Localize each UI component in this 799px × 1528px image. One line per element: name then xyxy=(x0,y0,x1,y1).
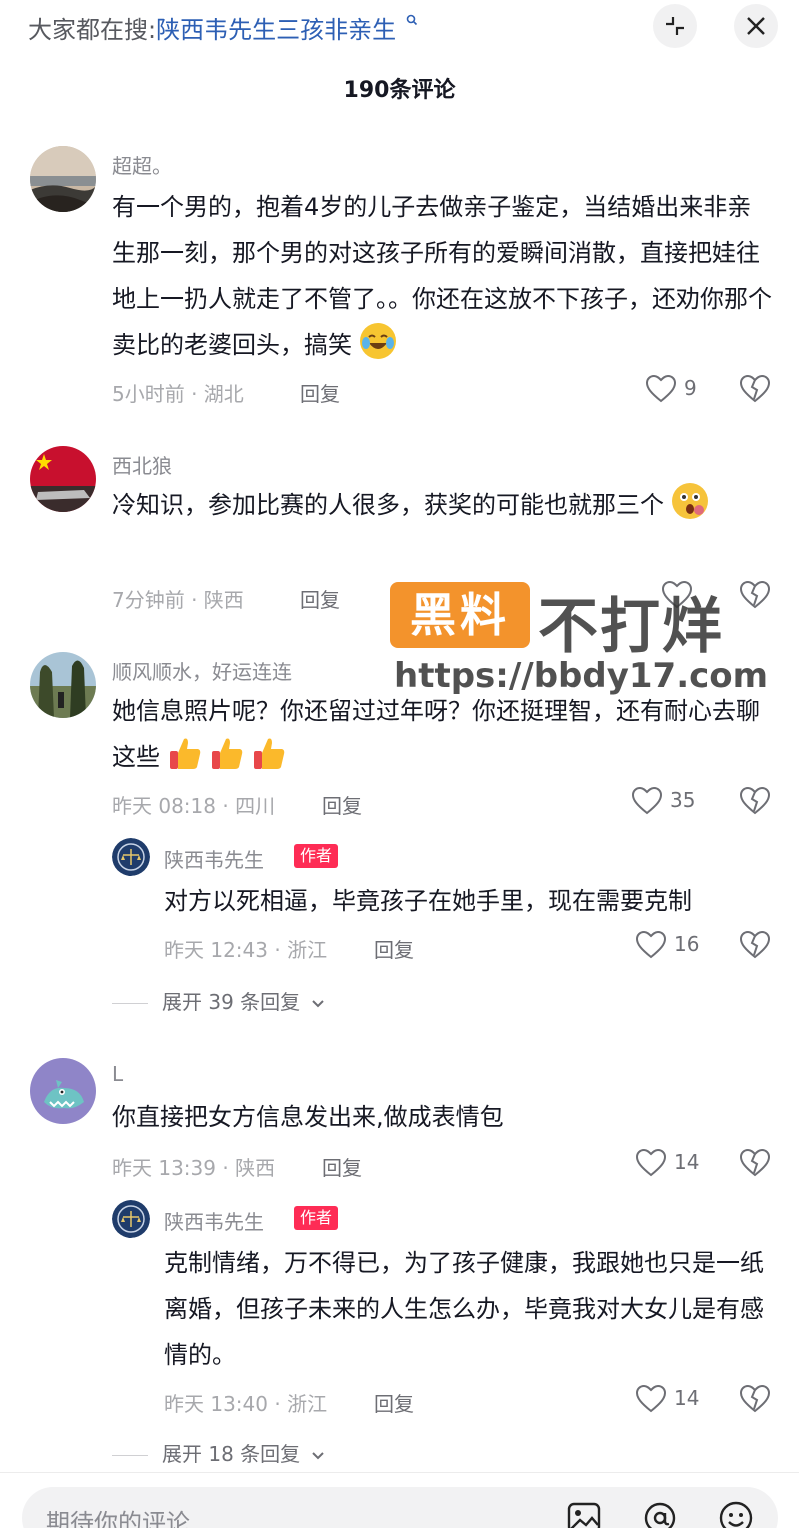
author-tag: 作者 xyxy=(294,1206,339,1230)
comment-text-body: 冷知识，参加比赛的人很多，获奖的可能也就那三个 xyxy=(112,491,664,519)
comment-input-placeholder: 期待你的评论 xyxy=(46,1509,190,1528)
reply-meta: 昨天 13:40 · 浙江 xyxy=(164,1392,328,1416)
reply-button[interactable]: 回复 xyxy=(300,584,340,613)
like-count: 9 xyxy=(684,376,697,400)
comment-text: 有一个男的，抱着4岁的儿子去做亲子鉴定，当结婚出来非亲生那一刻，那个男的对这孩子… xyxy=(112,184,772,368)
avatar[interactable] xyxy=(30,652,96,718)
author-avatar[interactable] xyxy=(112,1200,150,1238)
comment-text: 她信息照片呢？你还留过过年呀？你还挺理智，还有耐心去聊这些 xyxy=(112,688,772,780)
like-button[interactable]: 9 xyxy=(646,374,716,404)
avatar[interactable] xyxy=(30,1058,96,1124)
reply-text: 对方以死相逼，毕竟孩子在她手里，现在需要克制 xyxy=(164,887,692,915)
collapse-icon xyxy=(666,17,684,35)
like-button[interactable]: 35 xyxy=(632,786,712,816)
like-button[interactable]: 16 xyxy=(636,930,716,960)
comment-text-body: 有一个男的，抱着4岁的儿子去做亲子鉴定，当结婚出来非亲生那一刻，那个男的对这孩子… xyxy=(112,193,772,359)
heart-icon xyxy=(632,787,662,815)
reply-text: 克制情绪，万不得已，为了孩子健康，我跟她也只是一纸离婚，但孩子未来的人生怎么办，… xyxy=(164,1249,764,1369)
like-button[interactable] xyxy=(662,580,702,610)
heart-icon xyxy=(662,581,692,609)
author-username[interactable]: 陕西韦先生 xyxy=(164,1206,264,1235)
expand-label: 展开 18 条回复 xyxy=(162,1442,301,1466)
username[interactable]: 超超。 xyxy=(112,150,172,179)
author-avatar[interactable] xyxy=(112,838,150,876)
comment-meta: 昨天 13:39 · 陕西 xyxy=(112,1156,276,1180)
like-count: 16 xyxy=(674,932,700,956)
watermark-logo-box: 黑料 xyxy=(390,582,530,648)
like-count: 35 xyxy=(670,788,696,812)
reply-button[interactable]: 回复 xyxy=(300,378,340,407)
avatar[interactable] xyxy=(30,146,96,212)
like-button[interactable]: 14 xyxy=(636,1148,716,1178)
comment-input-bar: 期待你的评论 xyxy=(0,1472,799,1528)
comment-count-title: 190条评论 xyxy=(343,78,456,103)
shocked-emoji xyxy=(671,483,708,519)
thumbs-up-emoji xyxy=(252,735,286,771)
thumbs-up-emoji xyxy=(210,735,244,771)
comment-meta: 5小时前 · 湖北 xyxy=(112,382,244,406)
close-button[interactable] xyxy=(734,4,778,48)
collapse-button[interactable] xyxy=(653,4,697,48)
dislike-icon[interactable] xyxy=(740,931,770,959)
comment-text: 你直接把女方信息发出来,做成表情包 xyxy=(112,1103,504,1131)
search-prefix: 大家都在搜: xyxy=(28,16,157,44)
reply-button[interactable]: 回复 xyxy=(374,1388,414,1417)
author-username[interactable]: 陕西韦先生 xyxy=(164,844,264,873)
top-bar: 大家都在搜:陕西韦先生三孩非亲生 xyxy=(0,0,799,52)
divider xyxy=(112,1003,148,1004)
username[interactable]: 西北狼 xyxy=(112,450,172,479)
chevron-down-icon xyxy=(311,1452,324,1460)
search-icon xyxy=(406,14,417,26)
emoji-icon[interactable] xyxy=(718,1501,754,1528)
image-icon[interactable] xyxy=(566,1501,602,1528)
expand-replies-button[interactable]: 展开 39 条回复 xyxy=(112,986,325,1015)
like-button[interactable]: 14 xyxy=(636,1384,716,1414)
crying-laughing-emoji xyxy=(359,323,396,359)
dislike-icon[interactable] xyxy=(740,1149,770,1177)
at-icon[interactable] xyxy=(642,1501,678,1528)
search-suggestion[interactable]: 大家都在搜:陕西韦先生三孩非亲生 xyxy=(28,10,417,45)
search-term[interactable]: 陕西韦先生三孩非亲生 xyxy=(156,16,396,44)
expand-replies-button[interactable]: 展开 18 条回复 xyxy=(112,1438,325,1467)
divider xyxy=(112,1455,148,1456)
like-count: 14 xyxy=(674,1150,700,1174)
username[interactable]: L xyxy=(112,1062,123,1086)
dislike-icon[interactable] xyxy=(740,787,770,815)
comment-meta: 昨天 08:18 · 四川 xyxy=(112,794,276,818)
comment-text: 冷知识，参加比赛的人很多，获奖的可能也就那三个 xyxy=(112,482,772,528)
heart-icon xyxy=(636,1149,666,1177)
heart-icon xyxy=(636,1385,666,1413)
reply-button[interactable]: 回复 xyxy=(322,1152,362,1181)
reply-button[interactable]: 回复 xyxy=(322,790,362,819)
watermark: 黑料 不打烊 https://bbdy17.com xyxy=(390,578,770,698)
like-count: 14 xyxy=(674,1386,700,1410)
heart-icon xyxy=(636,931,666,959)
comment-input[interactable]: 期待你的评论 xyxy=(22,1487,778,1528)
reply-button[interactable]: 回复 xyxy=(374,934,414,963)
thumbs-up-emoji xyxy=(168,735,202,771)
dislike-icon[interactable] xyxy=(740,1385,770,1413)
heart-icon xyxy=(646,375,676,403)
expand-label: 展开 39 条回复 xyxy=(162,990,301,1014)
username[interactable]: 顺风顺水，好运连连 xyxy=(112,656,292,685)
avatar[interactable] xyxy=(30,446,96,512)
close-icon xyxy=(747,17,765,35)
comment-meta: 7分钟前 · 陕西 xyxy=(112,588,244,612)
author-tag: 作者 xyxy=(294,844,339,868)
dislike-icon[interactable] xyxy=(740,375,770,403)
dislike-icon[interactable] xyxy=(740,581,770,609)
reply-meta: 昨天 12:43 · 浙江 xyxy=(164,938,328,962)
chevron-down-icon xyxy=(311,1000,324,1008)
